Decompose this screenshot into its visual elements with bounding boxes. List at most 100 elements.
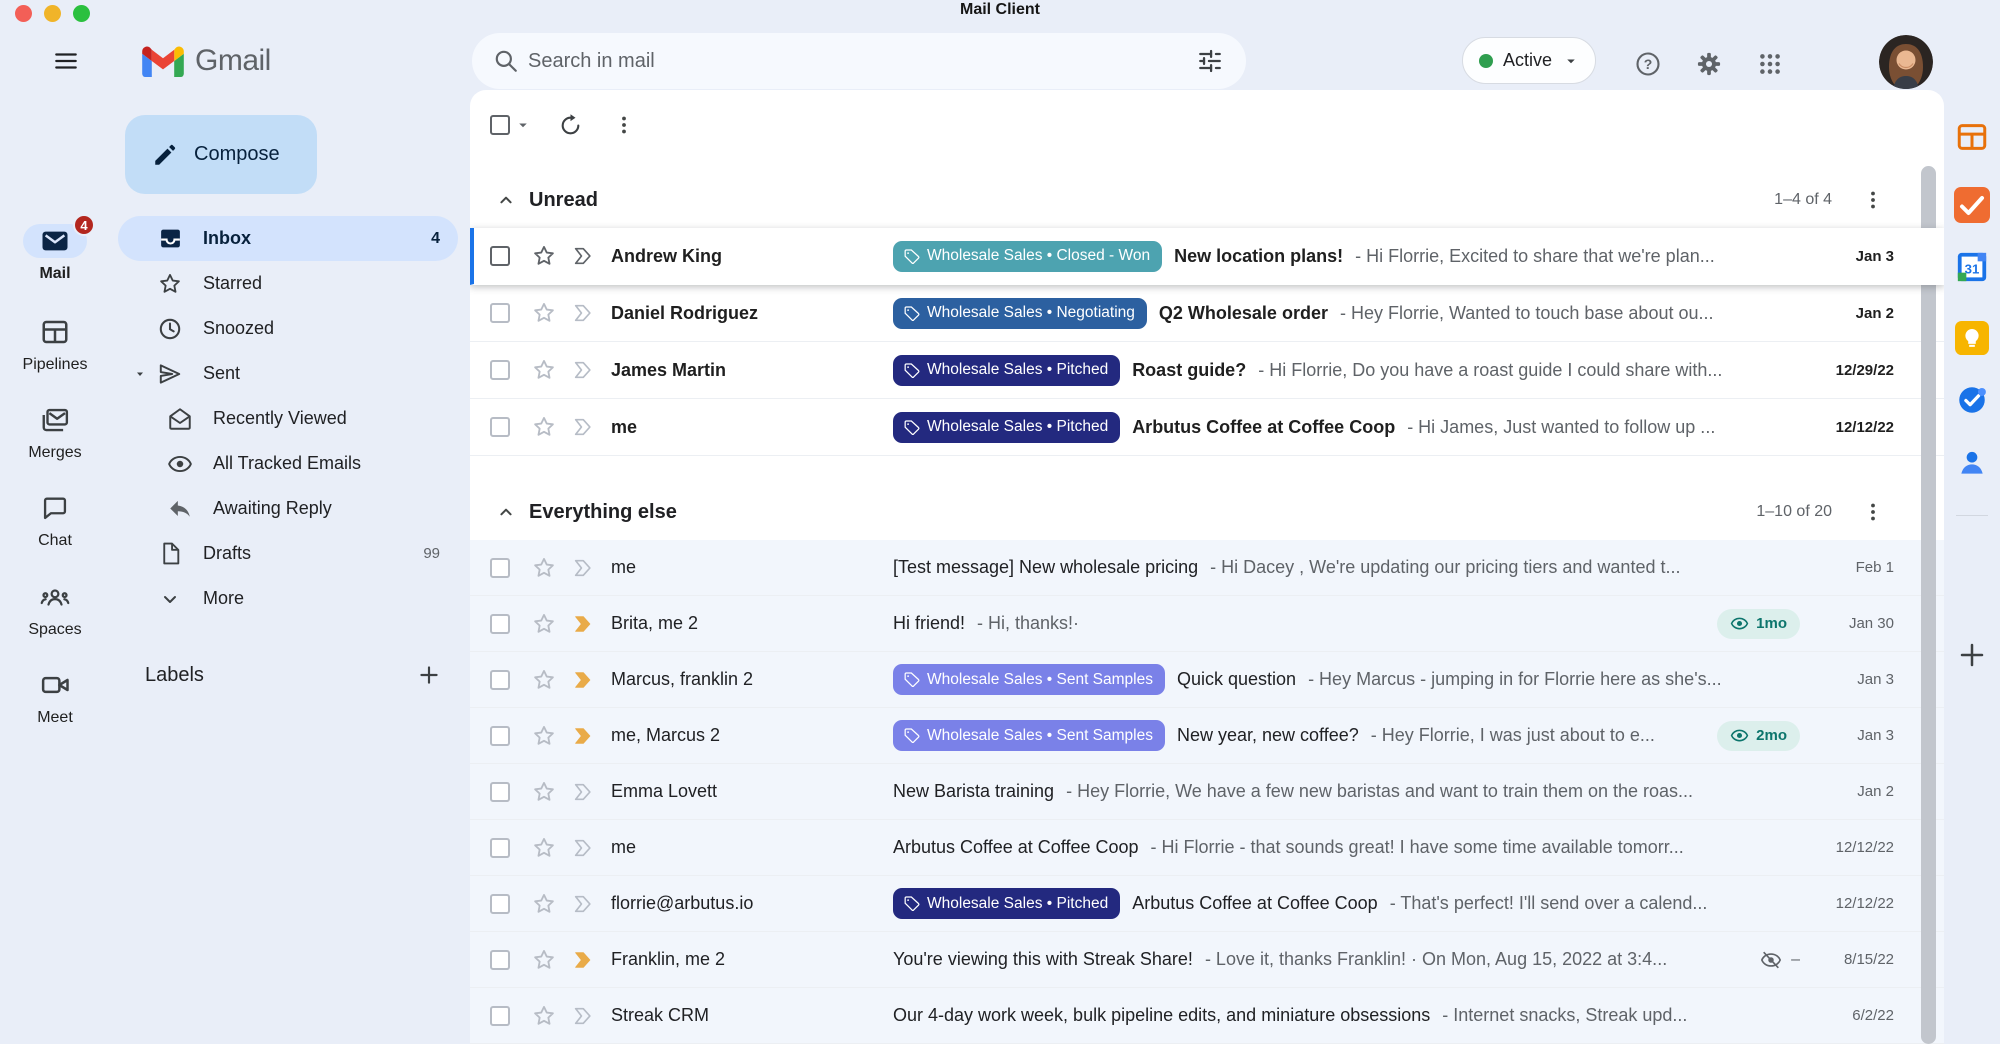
email-row[interactable]: Marcus, franklin 2Wholesale Sales • Sent…	[470, 652, 1944, 708]
zoom-window-button[interactable]	[73, 5, 90, 22]
pipeline-stage-badge[interactable]: Wholesale Sales • Negotiating	[893, 298, 1147, 329]
star-icon[interactable]	[531, 414, 557, 440]
add-label-icon[interactable]	[412, 658, 446, 692]
streak-box-icon[interactable]	[572, 949, 596, 971]
email-row[interactable]: Andrew KingWholesale Sales • Closed - Wo…	[470, 228, 1944, 285]
streak-box-icon[interactable]	[572, 725, 596, 747]
star-icon[interactable]	[531, 779, 557, 805]
rail-item-spaces[interactable]: Spaces	[0, 580, 110, 639]
email-checkbox[interactable]	[490, 670, 510, 690]
email-checkbox[interactable]	[490, 838, 510, 858]
streak-box-icon[interactable]	[572, 359, 596, 381]
email-checkbox[interactable]	[490, 303, 510, 323]
streak-box-icon[interactable]	[572, 302, 596, 324]
section-more-options-icon[interactable]	[1856, 495, 1890, 529]
email-row[interactable]: Brita, me 2Hi friend! - Hi, thanks!·1moJ…	[470, 596, 1944, 652]
sidebar-item-drafts[interactable]: Drafts99	[118, 531, 458, 576]
search-icon[interactable]	[484, 39, 528, 83]
star-icon[interactable]	[531, 835, 557, 861]
collapse-section-icon[interactable]	[495, 189, 517, 211]
rail-item-meet[interactable]: Meet	[0, 668, 110, 727]
streak-mail-icon[interactable]	[1954, 187, 1990, 223]
streak-box-icon[interactable]	[572, 781, 596, 803]
sidebar-item-all-tracked-emails[interactable]: All Tracked Emails	[118, 441, 458, 486]
minimize-window-button[interactable]	[44, 5, 61, 22]
streak-box-icon[interactable]	[572, 613, 596, 635]
pipeline-stage-badge[interactable]: Wholesale Sales • Pitched	[893, 888, 1120, 919]
refresh-icon[interactable]	[550, 105, 590, 145]
pipeline-stage-badge[interactable]: Wholesale Sales • Sent Samples	[893, 720, 1165, 751]
sidebar-item-recently-viewed[interactable]: Recently Viewed	[118, 396, 458, 441]
star-icon[interactable]	[531, 723, 557, 749]
list-scrollbar[interactable]	[1921, 166, 1936, 1044]
email-checkbox[interactable]	[490, 1006, 510, 1026]
main-menu-icon[interactable]	[46, 42, 86, 80]
rail-item-mail[interactable]: 4Mail	[0, 224, 110, 283]
sidebar-item-inbox[interactable]: Inbox4	[118, 216, 458, 261]
streak-box-icon[interactable]	[572, 669, 596, 691]
compose-button[interactable]: Compose	[125, 115, 317, 194]
settings-gear-icon[interactable]	[1689, 44, 1729, 84]
star-icon[interactable]	[531, 300, 557, 326]
google-tasks-icon[interactable]	[1954, 382, 1990, 418]
more-options-icon[interactable]	[604, 105, 644, 145]
email-row[interactable]: meWholesale Sales • PitchedArbutus Coffe…	[470, 399, 1944, 456]
account-avatar[interactable]	[1879, 35, 1933, 89]
email-row[interactable]: Franklin, me 2You're viewing this with S…	[470, 932, 1944, 988]
streak-box-icon[interactable]	[572, 245, 596, 267]
streak-box-icon[interactable]	[572, 557, 596, 579]
email-checkbox[interactable]	[490, 782, 510, 802]
email-row[interactable]: meArbutus Coffee at Coffee Coop - Hi Flo…	[470, 820, 1944, 876]
google-keep-icon[interactable]	[1954, 320, 1990, 356]
rail-item-chat[interactable]: Chat	[0, 491, 110, 550]
star-icon[interactable]	[531, 891, 557, 917]
email-row[interactable]: Streak CRMOur 4-day work week, bulk pipe…	[470, 988, 1944, 1044]
collapse-section-icon[interactable]	[495, 501, 517, 523]
email-checkbox[interactable]	[490, 950, 510, 970]
select-options-caret-icon[interactable]	[510, 113, 536, 137]
google-calendar-icon[interactable]: 31	[1954, 249, 1990, 285]
streak-box-icon[interactable]	[572, 416, 596, 438]
email-row[interactable]: me, Marcus 2Wholesale Sales • Sent Sampl…	[470, 708, 1944, 764]
email-row[interactable]: me[Test message] New wholesale pricing -…	[470, 540, 1944, 596]
search-options-icon[interactable]	[1188, 39, 1232, 83]
email-row[interactable]: Daniel RodriguezWholesale Sales • Negoti…	[470, 285, 1944, 342]
pipeline-stage-badge[interactable]: Wholesale Sales • Sent Samples	[893, 664, 1165, 695]
streak-box-icon[interactable]	[572, 893, 596, 915]
google-contacts-icon[interactable]	[1954, 445, 1990, 481]
section-more-options-icon[interactable]	[1856, 183, 1890, 217]
select-all-checkbox[interactable]	[490, 115, 510, 135]
streak-box-icon[interactable]	[572, 837, 596, 859]
sidebar-item-awaiting-reply[interactable]: Awaiting Reply	[118, 486, 458, 531]
star-icon[interactable]	[531, 243, 557, 269]
email-checkbox[interactable]	[490, 360, 510, 380]
pipeline-stage-badge[interactable]: Wholesale Sales • Pitched	[893, 355, 1120, 386]
sidebar-item-snoozed[interactable]: Snoozed	[118, 306, 458, 351]
sidebar-item-sent[interactable]: Sent	[118, 351, 458, 396]
star-icon[interactable]	[531, 357, 557, 383]
close-window-button[interactable]	[15, 5, 32, 22]
star-icon[interactable]	[531, 611, 557, 637]
email-checkbox[interactable]	[490, 246, 510, 266]
help-icon[interactable]: ?	[1628, 44, 1668, 84]
expand-caret-icon[interactable]	[134, 368, 146, 380]
star-icon[interactable]	[531, 947, 557, 973]
star-icon[interactable]	[531, 667, 557, 693]
sidebar-item-more[interactable]: More	[118, 576, 458, 621]
sidebar-item-starred[interactable]: Starred	[118, 261, 458, 306]
rail-item-pipelines[interactable]: Pipelines	[0, 315, 110, 374]
star-icon[interactable]	[531, 555, 557, 581]
google-apps-grid-icon[interactable]	[1750, 44, 1790, 84]
pipeline-stage-badge[interactable]: Wholesale Sales • Closed - Won	[893, 241, 1162, 272]
pipeline-stage-badge[interactable]: Wholesale Sales • Pitched	[893, 412, 1120, 443]
star-icon[interactable]	[531, 1003, 557, 1029]
rail-item-merges[interactable]: Merges	[0, 403, 110, 462]
streak-pipelines-icon[interactable]	[1954, 119, 1990, 155]
email-row[interactable]: James MartinWholesale Sales • PitchedRoa…	[470, 342, 1944, 399]
email-checkbox[interactable]	[490, 417, 510, 437]
email-checkbox[interactable]	[490, 558, 510, 578]
get-add-ons-icon[interactable]	[1954, 637, 1990, 673]
search-input[interactable]	[528, 50, 1188, 73]
status-dropdown[interactable]: Active	[1462, 37, 1596, 84]
email-row[interactable]: florrie@arbutus.ioWholesale Sales • Pitc…	[470, 876, 1944, 932]
